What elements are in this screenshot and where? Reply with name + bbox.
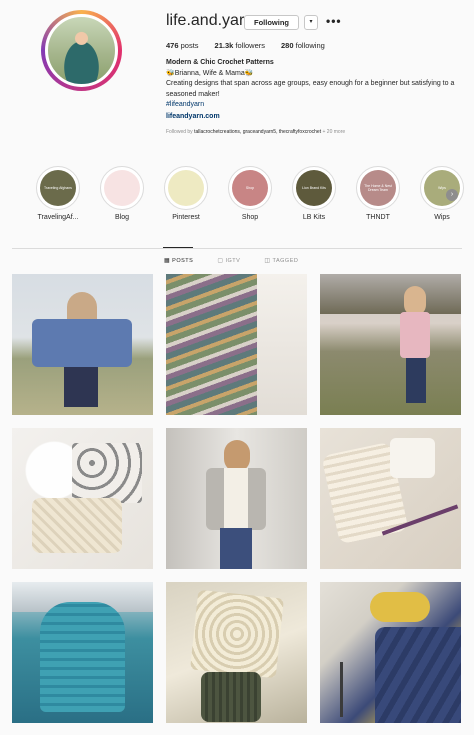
pattern-fabric-image xyxy=(72,443,142,503)
highlight-pinterest[interactable]: Pinterest xyxy=(154,166,218,221)
post-thumbnail[interactable] xyxy=(166,582,307,723)
following-count[interactable]: 280 following xyxy=(281,41,325,50)
following-button[interactable]: Following xyxy=(244,15,299,30)
story-highlights: Traveling Afghans TravelingAf... Blog Pi… xyxy=(26,166,474,221)
yarn-image xyxy=(370,592,430,622)
profile-avatar-ring[interactable] xyxy=(41,10,122,91)
highlight-label: Wips xyxy=(434,214,450,221)
posts-grid xyxy=(12,274,461,723)
highlight-label: Shop xyxy=(241,214,259,221)
highlight-thndt[interactable]: The Home & Nest Dream Team THNDT xyxy=(346,166,410,221)
fur-image xyxy=(257,274,307,415)
post-thumbnail[interactable] xyxy=(166,428,307,569)
hook-image xyxy=(340,662,343,717)
post-thumbnail[interactable] xyxy=(320,582,461,723)
tab-label: POSTS xyxy=(172,257,194,264)
tabs-divider xyxy=(12,248,462,249)
highlight-cover: Shop xyxy=(232,170,268,206)
highlight-cover xyxy=(104,170,140,206)
highlight-cover xyxy=(168,170,204,206)
grid-icon: ▦ xyxy=(164,258,171,264)
jeans-image xyxy=(64,367,98,407)
post-thumbnail[interactable] xyxy=(166,274,307,415)
post-thumbnail[interactable] xyxy=(12,274,153,415)
crochet-image xyxy=(375,627,461,723)
followed-by[interactable]: Followed by tallacrochetcreations, grace… xyxy=(166,127,456,138)
more-options-icon[interactable]: ••• xyxy=(326,14,342,28)
post-thumbnail[interactable] xyxy=(12,582,153,723)
highlight-shop[interactable]: Shop Shop xyxy=(218,166,282,221)
profile-stats: 476 posts 21.3k followers 280 following xyxy=(166,41,325,50)
profile-username: life.and.yarn xyxy=(166,12,254,29)
followers-count[interactable]: 21.3k followers xyxy=(215,41,265,50)
highlight-label: THNDT xyxy=(366,214,390,221)
post-thumbnail[interactable] xyxy=(320,428,461,569)
highlight-traveling[interactable]: Traveling Afghans TravelingAf... xyxy=(26,166,90,221)
tagged-icon: ◫ xyxy=(264,258,271,264)
highlight-blog[interactable]: Blog xyxy=(90,166,154,221)
highlight-cover: Traveling Afghans xyxy=(40,170,76,206)
tab-igtv[interactable]: ▢ IGTV xyxy=(217,257,241,265)
profile-avatar xyxy=(45,14,118,87)
highlight-cover: The Home & Nest Dream Team xyxy=(360,170,396,206)
chevron-right-icon[interactable]: › xyxy=(446,189,458,201)
igtv-icon: ▢ xyxy=(217,258,224,264)
granny-square-image xyxy=(190,589,284,679)
crochet-image xyxy=(201,672,261,722)
post-thumbnail[interactable] xyxy=(320,274,461,415)
highlight-label: LB Kits xyxy=(302,214,326,221)
highlight-wips[interactable]: Wips Wips xyxy=(410,166,474,221)
highlight-label: Pinterest xyxy=(172,214,200,221)
tab-posts[interactable]: ▦ POSTS xyxy=(164,257,194,265)
highlight-cover: Wips xyxy=(424,170,460,206)
bio-website-link[interactable]: lifeandyarn.com xyxy=(166,112,456,123)
bio-hashtag-link[interactable]: #lifeandyarn xyxy=(166,100,456,111)
highlight-label: Blog xyxy=(114,214,129,221)
sweater-image xyxy=(32,319,132,367)
hooded-vest-image xyxy=(40,602,125,712)
bio-description: Creating designs that span across age gr… xyxy=(166,80,455,98)
posts-count: 476 posts xyxy=(166,41,199,50)
bio-line: 🐝Brianna, Wife & Mama🐝 xyxy=(166,69,254,77)
highlight-label: TravelingAf... xyxy=(37,214,79,221)
cardigan-image xyxy=(400,312,430,358)
profile-bio: Modern & Chic Crochet Patterns 🐝Brianna,… xyxy=(166,58,456,138)
highlight-lb-kits[interactable]: Lion Brand Kits LB Kits xyxy=(282,166,346,221)
profile-tabs: ▦ POSTS ▢ IGTV ◫ TAGGED xyxy=(164,257,299,265)
tab-tagged[interactable]: ◫ TAGGED xyxy=(264,257,299,265)
cardigan-image xyxy=(206,468,266,530)
active-tab-indicator xyxy=(163,247,193,248)
jeans-image xyxy=(406,358,426,403)
yarn-image xyxy=(390,438,435,478)
crochet-image xyxy=(32,498,122,553)
bio-name: Modern & Chic Crochet Patterns xyxy=(166,59,274,66)
tab-label: IGTV xyxy=(225,257,241,264)
jeans-image xyxy=(220,528,252,569)
highlight-cover: Lion Brand Kits xyxy=(296,170,332,206)
chevron-down-icon[interactable]: ▾ xyxy=(304,15,318,30)
post-thumbnail[interactable] xyxy=(12,428,153,569)
trees-image xyxy=(320,274,461,314)
tab-label: TAGGED xyxy=(272,257,299,264)
